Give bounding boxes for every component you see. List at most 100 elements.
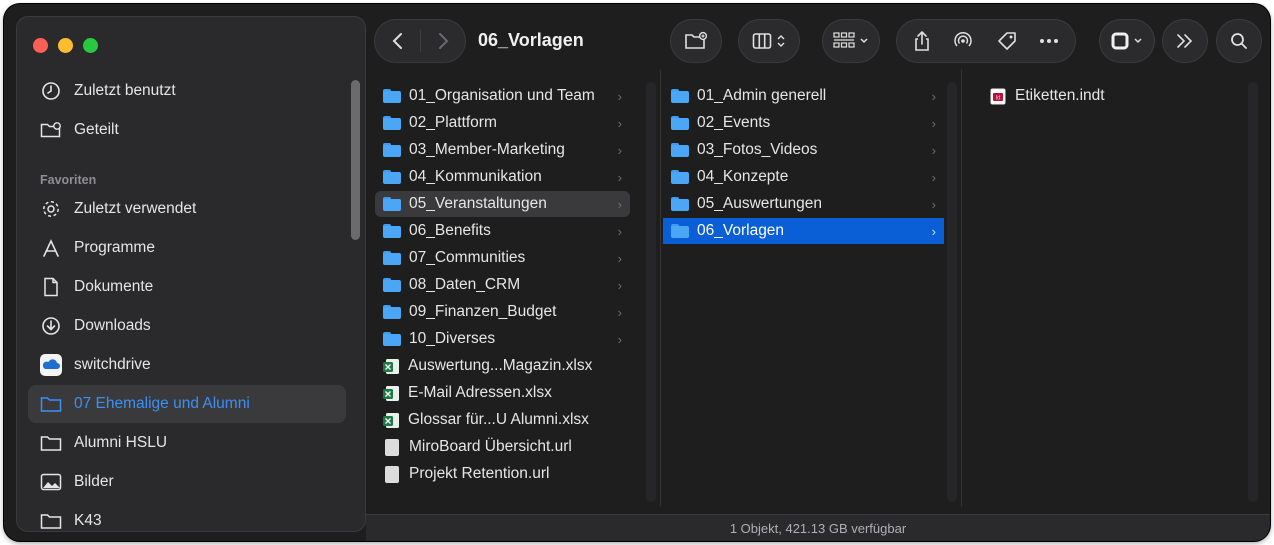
list-item[interactable]: 03_Member-Marketing › (375, 137, 630, 163)
download-icon (40, 315, 62, 337)
close-window-button[interactable] (33, 38, 48, 53)
back-button[interactable] (376, 32, 420, 50)
url-file-icon (385, 465, 399, 483)
item-label: 08_Daten_CRM (409, 276, 521, 293)
item-label: 05_Auswertungen (697, 195, 822, 212)
list-item[interactable]: Id Etiketten.indt (982, 83, 1242, 109)
chevron-right-icon: › (617, 223, 622, 239)
list-item[interactable]: E-Mail Adressen.xlsx (375, 380, 630, 406)
item-label: 09_Finanzen_Budget (409, 303, 557, 320)
list-item[interactable]: 09_Finanzen_Budget › (375, 299, 630, 325)
folder-icon (383, 115, 401, 131)
overflow-button[interactable] (1162, 19, 1208, 63)
column-3-scrollbar[interactable] (1248, 82, 1258, 502)
item-label: 06_Benefits (409, 222, 491, 239)
tags-button[interactable] (996, 30, 1018, 52)
share-button[interactable] (913, 30, 931, 52)
sidebar-item-label: K43 (74, 512, 102, 529)
list-item[interactable]: 04_Konzepte › (663, 164, 944, 190)
folder-icon (383, 142, 401, 158)
sidebar-item-switchdrive[interactable]: switchdrive (28, 346, 346, 384)
list-item[interactable]: 03_Fotos_Videos › (663, 137, 944, 163)
list-item[interactable]: 02_Events › (663, 110, 944, 136)
item-label: Auswertung...Magazin.xlsx (408, 357, 593, 374)
sidebar-item-bilder[interactable]: Bilder (28, 463, 346, 501)
item-label: 01_Organisation und Team (409, 87, 595, 104)
list-item[interactable]: MiroBoard Übersicht.url (375, 434, 630, 460)
list-item[interactable]: 02_Plattform › (375, 110, 630, 136)
sidebar-item-downloads[interactable]: Downloads (28, 307, 346, 345)
folder-icon (40, 510, 62, 532)
folder-icon (383, 250, 401, 266)
double-chevron-right-icon (1177, 34, 1193, 48)
list-item[interactable]: 05_Veranstaltungen › (375, 191, 630, 217)
sidebar-item-shared[interactable]: Geteilt (28, 111, 346, 149)
list-item-selected[interactable]: 06_Vorlagen › (663, 218, 944, 244)
folder-icon (383, 304, 401, 320)
list-item[interactable]: Projekt Retention.url (375, 461, 630, 487)
list-item[interactable]: Auswertung...Magazin.xlsx (375, 353, 630, 379)
search-button[interactable] (1216, 19, 1262, 63)
chevron-right-icon: › (931, 142, 936, 158)
group-button[interactable] (822, 19, 880, 63)
folder-icon (383, 169, 401, 185)
nav-buttons (374, 19, 466, 63)
minimize-window-button[interactable] (58, 38, 73, 53)
list-item[interactable]: 01_Organisation und Team › (375, 83, 630, 109)
new-folder-button[interactable] (670, 19, 722, 63)
updown-chevron-icon (777, 35, 785, 47)
item-label: 07_Communities (409, 249, 526, 266)
sidebar-item-k43[interactable]: K43 (28, 502, 346, 532)
forward-button[interactable] (421, 32, 465, 50)
stop-button[interactable] (1099, 19, 1155, 63)
list-item[interactable]: Glossar für...U Alumni.xlsx (375, 407, 630, 433)
list-item[interactable]: 01_Admin generell › (663, 83, 944, 109)
column-1-scrollbar[interactable] (646, 82, 656, 502)
chevron-right-icon: › (617, 115, 622, 131)
document-icon (40, 276, 62, 298)
view-mode-button[interactable] (738, 19, 800, 63)
item-label: 10_Diverses (409, 330, 496, 347)
chevron-right-icon: › (617, 304, 622, 320)
sidebar-item-ehemalige-alumni[interactable]: 07 Ehemalige und Alumni (28, 385, 346, 423)
chevron-right-icon: › (617, 277, 622, 293)
sidebar-item-label: Zuletzt verwendet (74, 200, 197, 217)
sidebar-item-alumni-hslu[interactable]: Alumni HSLU (28, 424, 346, 462)
chevron-right-icon: › (931, 115, 936, 131)
list-item[interactable]: 06_Benefits › (375, 218, 630, 244)
tag-icon (997, 32, 1016, 50)
sidebar-item-documents[interactable]: Dokumente (28, 268, 346, 306)
folder-icon (671, 196, 689, 212)
airdrop-button[interactable] (952, 30, 974, 52)
sidebar-item-label: 07 Ehemalige und Alumni (74, 395, 250, 412)
chevron-right-icon: › (931, 196, 936, 212)
cloud-icon (40, 354, 62, 376)
item-label: 02_Plattform (409, 114, 497, 131)
more-actions-button[interactable] (1039, 38, 1059, 44)
column-2: 01_Admin generell › 02_Events › 03_Fotos_V… (661, 70, 951, 506)
list-item[interactable]: 04_Kommunikation › (375, 164, 630, 190)
zoom-window-button[interactable] (83, 38, 98, 53)
chevron-right-icon: › (931, 169, 936, 185)
item-label: 01_Admin generell (697, 87, 827, 104)
list-item[interactable]: 08_Daten_CRM › (375, 272, 630, 298)
sidebar-item-applications[interactable]: Programme (28, 229, 346, 267)
chevron-down-icon (1134, 38, 1142, 44)
gear-icon (40, 198, 62, 220)
sidebar-item-label: Geteilt (74, 121, 119, 138)
column-2-scrollbar[interactable] (947, 82, 957, 502)
list-item[interactable]: 10_Diverses › (375, 326, 630, 352)
sidebar-scrollbar[interactable] (351, 80, 360, 240)
sidebar: Zuletzt benutzt Geteilt Favoriten Zuletz… (16, 16, 366, 532)
sidebar-item-recents[interactable]: Zuletzt benutzt (28, 72, 346, 110)
folder-icon (40, 432, 62, 454)
chevron-right-icon: › (617, 196, 622, 212)
chevron-right-icon: › (931, 88, 936, 104)
search-icon (1231, 33, 1247, 49)
sidebar-section-favorites: Favoriten (40, 173, 97, 187)
chevron-right-icon: › (617, 142, 622, 158)
sidebar-item-recent-used[interactable]: Zuletzt verwendet (28, 190, 346, 228)
chevron-left-icon (392, 33, 402, 49)
list-item[interactable]: 05_Auswertungen › (663, 191, 944, 217)
list-item[interactable]: 07_Communities › (375, 245, 630, 271)
